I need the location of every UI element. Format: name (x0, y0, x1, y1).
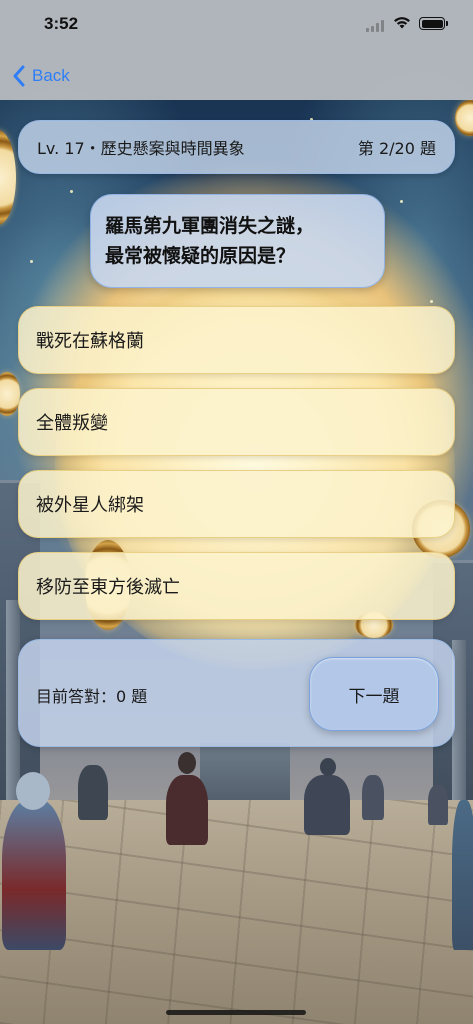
cloaked-figure (2, 800, 66, 950)
distant-figure (78, 765, 108, 820)
cobblestone-plaza (0, 800, 473, 1024)
answer-option-label: 戰死在蘇格蘭 (36, 331, 144, 352)
star (70, 190, 73, 193)
back-button[interactable]: Back (12, 62, 70, 90)
answer-option[interactable]: 被外星人綁架 (18, 470, 455, 538)
answer-option-label: 全體叛變 (36, 413, 108, 434)
next-button-label: 下一題 (348, 686, 400, 707)
status-time: 3:52 (44, 14, 79, 33)
distant-figure (428, 785, 448, 825)
answer-option[interactable]: 全體叛變 (18, 388, 455, 456)
cloaked-figure (452, 800, 473, 950)
cellular-signal-icon (366, 20, 386, 32)
level-title: Lv. 17・歷史懸案與時間異象 (37, 139, 245, 158)
next-question-button[interactable]: 下一題 (309, 657, 439, 731)
question-bubble: 羅馬第九軍團消失之謎， 最常被懷疑的原因是？ (90, 194, 385, 288)
navigation-bar: 3:52 Back (0, 0, 473, 100)
answer-option-label: 移防至東方後滅亡 (36, 577, 180, 598)
battery-icon (419, 17, 448, 30)
score-label: 目前答對：0 題 (36, 687, 148, 706)
star (400, 200, 403, 203)
figure-head (320, 758, 336, 776)
question-text-line: 最常被懷疑的原因是？ (105, 245, 296, 267)
score-panel: 目前答對：0 題 下一題 (18, 639, 455, 747)
answer-option[interactable]: 戰死在蘇格蘭 (18, 306, 455, 374)
distant-figure (304, 775, 350, 835)
coated-figure (166, 775, 208, 845)
back-label: Back (32, 66, 70, 85)
figure-hood (16, 772, 50, 810)
star (430, 300, 433, 303)
home-indicator (166, 1010, 306, 1015)
quiz-header: Lv. 17・歷史懸案與時間異象 第 2/20 題 (18, 120, 455, 174)
progress-label: 第 2/20 題 (357, 139, 436, 158)
wifi-icon (394, 17, 410, 29)
star (30, 260, 33, 263)
answer-option[interactable]: 移防至東方後滅亡 (18, 552, 455, 620)
answer-option-label: 被外星人綁架 (36, 495, 144, 516)
chevron-left-icon (13, 65, 25, 87)
question-text-line: 羅馬第九軍團消失之謎， (105, 215, 315, 237)
distant-figure (362, 775, 384, 820)
figure-head (178, 752, 196, 774)
